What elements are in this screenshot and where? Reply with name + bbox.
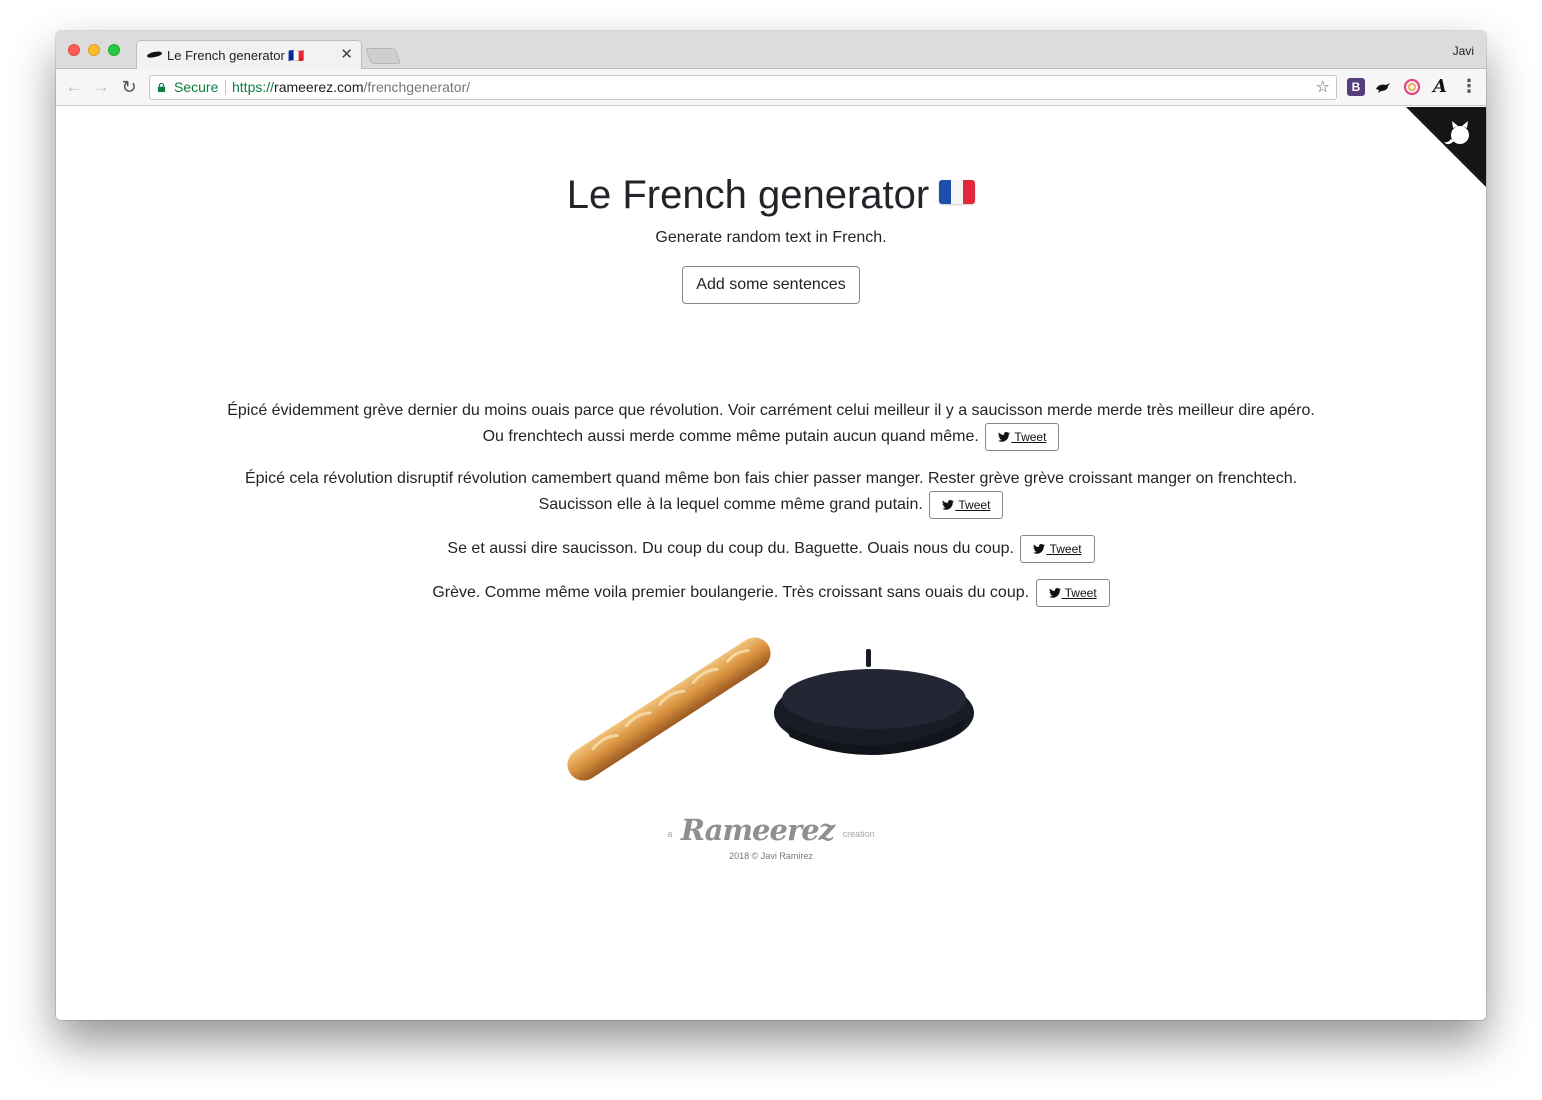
lock-icon <box>157 83 166 92</box>
tweet-label: Tweet <box>1064 586 1097 600</box>
mustache-favicon-icon <box>146 50 163 59</box>
tab-french-generator[interactable]: Le French generator 🇫🇷 ✕ <box>136 40 362 70</box>
bird-extension-icon[interactable] <box>1374 78 1392 96</box>
back-arrow-icon[interactable]: ← <box>64 77 84 97</box>
zoom-window-button[interactable] <box>108 44 120 56</box>
tweet-label: Tweet <box>1014 430 1047 444</box>
twitter-icon <box>1048 588 1061 598</box>
browser-toolbar: ← → ↻ Secure https://rameerez.com/french… <box>56 69 1486 106</box>
profile-name[interactable]: Javi <box>1453 44 1474 58</box>
url-scheme: https:// <box>232 79 275 95</box>
tab-close-icon[interactable]: ✕ <box>340 46 353 63</box>
tweet-button[interactable]: Tweet <box>985 423 1060 451</box>
bootstrap-extension-icon[interactable]: B <box>1347 78 1365 96</box>
sentences-list: Épicé évidemment grève dernier du moins … <box>206 399 1336 623</box>
sentence-text: Grève. Comme même voila premier boulange… <box>432 584 1030 602</box>
tab-strip: Le French generator 🇫🇷 ✕ Javi <box>56 31 1486 70</box>
secure-label: Secure <box>174 79 219 95</box>
sentence-text: Ou frenchtech aussi merde comme même put… <box>482 428 979 446</box>
bookmark-star-icon[interactable]: ☆ <box>1316 76 1330 99</box>
footer-suffix: creation <box>842 829 875 839</box>
tweet-label: Tweet <box>1049 542 1082 556</box>
omnibox-divider <box>225 80 226 95</box>
sentence-item: Épicé évidemment grève dernier du moins … <box>206 399 1336 451</box>
browser-menu-icon[interactable]: ⋮ <box>1460 77 1478 96</box>
new-tab-button[interactable] <box>365 48 401 64</box>
url-text[interactable]: https://rameerez.com/frenchgenerator/ <box>232 76 470 99</box>
sentence-item: Épicé cela révolution disruptif révoluti… <box>206 467 1336 519</box>
copyright-text: 2018 © Javi Ramirez <box>729 851 813 861</box>
footer-brand: Rameerez <box>680 813 835 847</box>
beret-image <box>774 649 974 756</box>
close-window-button[interactable] <box>68 44 80 56</box>
france-flag-icon <box>939 180 976 204</box>
tweet-button[interactable]: Tweet <box>1020 535 1095 563</box>
minimize-window-button[interactable] <box>88 44 100 56</box>
sentence-item: Grève. Comme même voila premier boulange… <box>206 579 1336 607</box>
twitter-icon <box>1033 544 1046 554</box>
forward-arrow-icon[interactable]: → <box>91 77 111 97</box>
ring-extension-icon[interactable] <box>1403 78 1421 96</box>
tab-title: Le French generator 🇫🇷 <box>167 48 305 63</box>
tweet-button[interactable]: Tweet <box>1035 579 1110 607</box>
rameerez-logo[interactable]: a Rameerez creation <box>56 813 1486 847</box>
browser-window: Le French generator 🇫🇷 ✕ Javi ← → ↻ Secu… <box>56 31 1486 1020</box>
page-title: Le French generator <box>56 173 1486 218</box>
sentence-item: Se et aussi dire saucisson. Du coup du c… <box>206 535 1336 563</box>
page-title-text: Le French generator <box>566 173 930 217</box>
twitter-icon <box>942 500 955 510</box>
sentence-text: Épicé cela révolution disruptif révoluti… <box>244 470 1298 487</box>
sentence-text: Épicé évidemment grève dernier du moins … <box>227 402 1315 419</box>
reload-icon[interactable]: ↻ <box>119 77 139 97</box>
tweet-label: Tweet <box>958 498 991 512</box>
sentence-text: Saucisson elle à la lequel comme même gr… <box>538 496 923 514</box>
page-content: Le French generator Generate random text… <box>56 107 1486 1020</box>
tweet-button[interactable]: Tweet <box>929 491 1004 519</box>
address-bar[interactable]: Secure https://rameerez.com/frenchgenera… <box>149 75 1337 100</box>
page-subtitle: Generate random text in French. <box>655 229 887 246</box>
baguette-image <box>567 637 771 781</box>
font-extension-icon[interactable]: A <box>1431 78 1449 96</box>
url-path: /frenchgenerator/ <box>363 79 471 95</box>
add-sentences-button[interactable]: Add some sentences <box>682 266 860 304</box>
footer-prefix: a <box>667 829 673 839</box>
sentence-text: Se et aussi dire saucisson. Du coup du c… <box>447 540 1014 558</box>
url-host: rameerez.com <box>274 79 364 95</box>
twitter-icon <box>998 432 1011 442</box>
